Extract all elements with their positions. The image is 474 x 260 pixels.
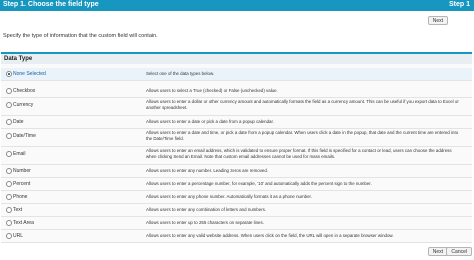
- type-description: Allows users to enter any phone number. …: [146, 194, 312, 199]
- type-label: Percent: [13, 181, 31, 187]
- type-description: Allows users to enter any number. Leadin…: [146, 168, 269, 173]
- type-label: Email: [13, 151, 26, 157]
- next-button-bottom[interactable]: Next: [427, 247, 448, 256]
- type-label: Checkbox: [13, 88, 36, 94]
- radio-date[interactable]: [6, 119, 12, 125]
- type-label: Date/Time: [13, 133, 36, 139]
- type-description: Select one of the data types below.: [146, 71, 215, 76]
- type-label: Number: [13, 168, 31, 174]
- type-description: Allows users to select a True (checked) …: [146, 88, 278, 93]
- radio-none-selected[interactable]: [6, 71, 12, 77]
- type-description: Allows users to enter a dollar or other …: [146, 99, 459, 110]
- intro-text: Specify the type of information that the…: [3, 33, 158, 39]
- type-row-currency[interactable]: Currency Allows users to enter a dollar …: [1, 98, 472, 116]
- type-description: Allows users to enter a date and time, o…: [146, 130, 459, 141]
- type-description: Allows users to enter an email address, …: [146, 148, 452, 159]
- radio-text[interactable]: [6, 207, 12, 213]
- type-row-email[interactable]: Email Allows users to enter an email add…: [1, 147, 472, 165]
- type-description: Allows users to enter any combination of…: [146, 207, 267, 212]
- step-header: Step 1. Choose the field type Step 1: [0, 0, 474, 11]
- type-row-percent[interactable]: Percent Allows users to enter a percenta…: [1, 178, 472, 191]
- data-type-section: Data Type None Selected Select one of th…: [1, 52, 472, 243]
- type-row-text-area[interactable]: Text Area Allows users to enter up to 25…: [1, 217, 472, 230]
- type-description: Allows users to enter a date or pick a d…: [146, 119, 274, 124]
- radio-text-area[interactable]: [6, 220, 12, 226]
- type-row-text[interactable]: Text Allows users to enter any combinati…: [1, 204, 472, 217]
- type-row-checkbox[interactable]: Checkbox Allows users to select a True (…: [1, 85, 472, 98]
- type-description: Allows users to enter up to 255 characte…: [146, 220, 264, 225]
- radio-checkbox[interactable]: [6, 88, 12, 94]
- type-label: Text Area: [13, 220, 34, 226]
- type-row-phone[interactable]: Phone Allows users to enter any phone nu…: [1, 191, 472, 204]
- type-row-number[interactable]: Number Allows users to enter any number.…: [1, 165, 472, 178]
- radio-email[interactable]: [6, 151, 12, 157]
- radio-percent[interactable]: [6, 181, 12, 187]
- type-row-url[interactable]: URL Allows users to enter any valid webs…: [1, 230, 472, 243]
- cancel-button[interactable]: Cancel: [446, 247, 472, 256]
- type-label: Text: [13, 207, 23, 213]
- radio-phone[interactable]: [6, 194, 12, 200]
- section-title: Data Type: [1, 54, 472, 64]
- type-description: Allows users to enter a percentage numbe…: [146, 181, 372, 186]
- type-row-none-selected[interactable]: None Selected Select one of the data typ…: [1, 68, 472, 81]
- next-button-top[interactable]: Next: [427, 16, 448, 25]
- type-label: URL: [13, 233, 24, 239]
- type-label: Currency: [13, 102, 34, 108]
- radio-currency[interactable]: [6, 102, 12, 108]
- type-row-date-time[interactable]: Date/Time Allows users to enter a date a…: [1, 129, 472, 147]
- radio-number[interactable]: [6, 168, 12, 174]
- type-description: Allows users to enter any valid website …: [146, 233, 394, 238]
- step-title: Step 1. Choose the field type: [3, 1, 99, 8]
- type-label: Phone: [13, 194, 28, 200]
- radio-date-time[interactable]: [6, 133, 12, 139]
- type-row-date[interactable]: Date Allows users to enter a date or pic…: [1, 116, 472, 129]
- type-label: None Selected: [13, 71, 46, 77]
- step-indicator: Step 1: [448, 1, 470, 8]
- type-label: Date: [13, 119, 24, 125]
- radio-url[interactable]: [6, 233, 12, 239]
